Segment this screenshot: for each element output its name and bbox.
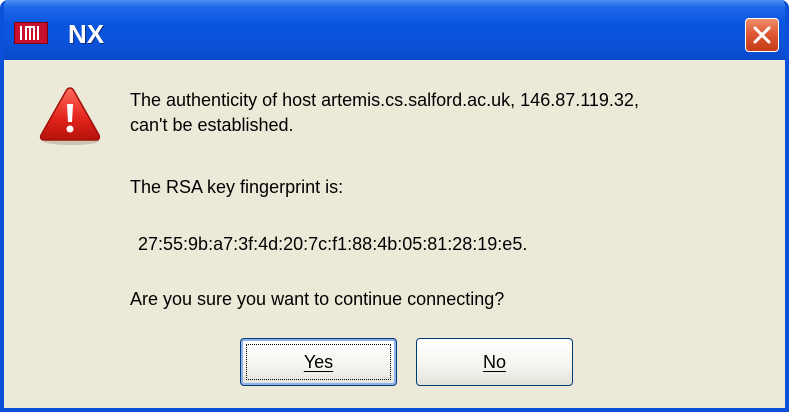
no-button[interactable]: No (416, 338, 573, 386)
host-message-line-2: can't be established. (130, 115, 294, 135)
fingerprint-label: The RSA key fingerprint is: (130, 177, 344, 197)
host-message-line-1: The authenticity of host artemis.cs.salf… (130, 90, 639, 110)
close-icon (753, 26, 771, 44)
close-button[interactable] (745, 18, 779, 52)
yes-button[interactable]: Yes (240, 338, 397, 386)
confirm-question: Are you sure you want to continue connec… (130, 289, 505, 309)
nx-app-icon (14, 22, 48, 44)
nx-dialog-window: NX The authenticity of host artemis.cs.s… (0, 0, 789, 412)
dialog-body: The authenticity of host artemis.cs.salf… (4, 60, 785, 408)
fingerprint-value: 27:55:9b:a7:3f:4d:20:7c:f1:88:4b:05:81:2… (138, 234, 528, 254)
title-bar[interactable]: NX (4, 0, 785, 60)
host-message: The authenticity of host artemis.cs.salf… (130, 88, 639, 138)
yes-button-label: Yes (303, 351, 334, 372)
window-title: NX (68, 19, 105, 49)
warning-icon (38, 84, 102, 151)
no-button-label: No (482, 351, 506, 372)
